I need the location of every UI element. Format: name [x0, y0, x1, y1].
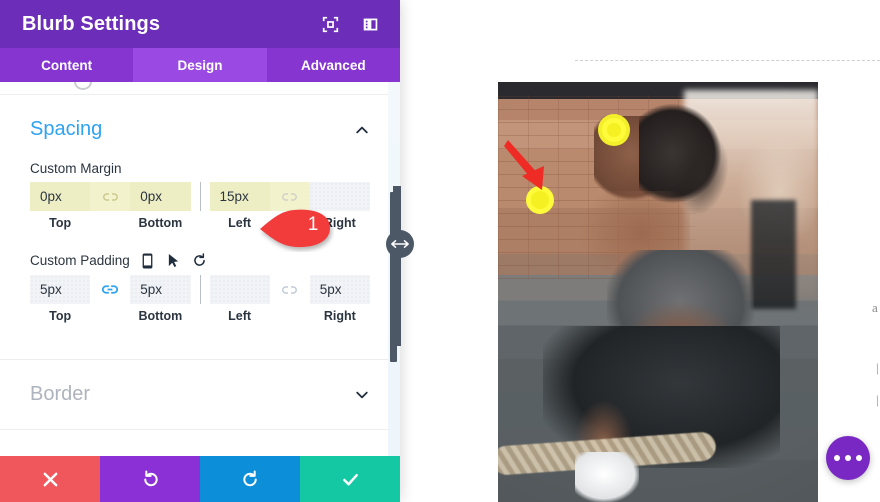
section-guide-line	[575, 60, 880, 61]
margin-top-slot	[30, 182, 91, 211]
margin-bottom-input[interactable]	[130, 182, 191, 211]
panel-resize-handle[interactable]	[386, 230, 414, 258]
padding-horizontal-group	[209, 275, 370, 304]
padding-left-input[interactable]	[209, 275, 270, 304]
chevron-up-icon	[356, 126, 368, 133]
margin-vertical-link-toggle[interactable]	[90, 182, 131, 211]
margin-bottom-label: Bottom	[138, 216, 183, 230]
margin-horizontal-link-toggle[interactable]	[269, 182, 310, 211]
padding-bottom-label: Bottom	[138, 309, 183, 323]
tab-content[interactable]: Content	[0, 48, 134, 82]
custom-padding-labels: Top Bottom Left Right	[30, 309, 370, 323]
undo-icon	[143, 470, 158, 486]
panel-scroll-body[interactable]: Spacing Custom Margin 0px 0px 15px Top B…	[0, 82, 400, 456]
focus-frame-icon[interactable]	[318, 12, 342, 36]
red-arrow-icon	[504, 140, 544, 190]
custom-margin-inputs	[30, 182, 370, 211]
margin-top-label: Top	[49, 216, 72, 230]
options-fab-button[interactable]	[826, 436, 870, 480]
previous-section-cutoff	[74, 82, 92, 90]
tab-advanced[interactable]: Advanced	[266, 48, 400, 82]
margin-left-label: Left	[228, 216, 252, 230]
padding-top-slot	[30, 275, 91, 304]
margin-right-slot	[309, 182, 370, 211]
custom-margin-labels: Top Bottom Left Right	[30, 216, 370, 230]
padding-top-input[interactable]	[30, 275, 91, 304]
padding-left-slot	[209, 275, 270, 304]
mobile-device-icon[interactable]	[139, 252, 156, 269]
padding-bottom-input[interactable]	[130, 275, 191, 304]
custom-margin-label-row: Custom Margin	[30, 161, 370, 176]
section-border-header[interactable]: Border	[30, 360, 370, 416]
margin-vertical-group	[30, 182, 191, 211]
edge-text-fragment-3: |	[876, 392, 879, 407]
margin-bottom-slot	[130, 182, 191, 211]
ellipsis-dot	[834, 455, 840, 461]
ellipsis-dot	[845, 455, 851, 461]
screen-root: a | | Blurb Settings Content Design Adva…	[0, 0, 880, 502]
padding-horizontal-link-toggle[interactable]	[269, 275, 310, 304]
blurb-settings-panel: Blurb Settings Content Design Advanced S…	[0, 0, 400, 502]
padding-right-label: Right	[323, 309, 356, 323]
margin-left-slot	[209, 182, 270, 211]
panel-header: Blurb Settings	[0, 0, 400, 48]
unlinked-chain-icon	[102, 192, 118, 201]
custom-padding-inputs	[30, 275, 370, 304]
ellipsis-dot	[856, 455, 862, 461]
custom-padding-label-row: Custom Padding	[30, 252, 370, 269]
close-icon	[43, 472, 57, 486]
padding-left-label: Left	[228, 309, 252, 323]
save-button[interactable]	[300, 456, 400, 502]
section-spacing-title: Spacing	[30, 118, 103, 140]
unlinked-chain-icon	[282, 192, 298, 201]
padding-top-label: Top	[49, 309, 72, 323]
layout-columns-icon[interactable]	[358, 12, 382, 36]
padding-right-slot	[309, 275, 370, 304]
cancel-button[interactable]	[0, 456, 100, 502]
panel-footer-actions	[0, 456, 400, 502]
margin-top-input[interactable]	[30, 182, 91, 211]
panel-title: Blurb Settings	[22, 12, 161, 35]
margin-right-label: Right	[323, 216, 356, 230]
unlinked-chain-icon	[282, 285, 298, 294]
custom-margin-label: Custom Margin	[30, 161, 122, 176]
resize-horizontal-icon	[391, 240, 409, 248]
padding-vertical-group	[30, 275, 191, 304]
undo-button[interactable]	[100, 456, 200, 502]
margin-horizontal-group	[209, 182, 370, 211]
section-spacing-header[interactable]: Spacing	[30, 95, 370, 151]
margin-right-input[interactable]	[309, 182, 370, 211]
redo-button[interactable]	[200, 456, 300, 502]
panel-content: Spacing Custom Margin 0px 0px 15px Top B…	[0, 82, 400, 430]
hover-cursor-icon[interactable]	[165, 252, 182, 269]
padding-bottom-slot	[130, 275, 191, 304]
check-icon	[342, 473, 358, 485]
redo-icon	[242, 470, 257, 486]
padding-right-input[interactable]	[309, 275, 370, 304]
margin-group-separator	[199, 182, 201, 211]
edge-text-fragment-2: |	[876, 360, 879, 375]
reset-icon[interactable]	[191, 252, 208, 269]
padding-group-separator	[199, 275, 201, 304]
padding-vertical-link-toggle[interactable]	[90, 275, 131, 304]
panel-tabs: Content Design Advanced	[0, 48, 400, 82]
tab-design[interactable]: Design	[133, 48, 267, 82]
panel-resize-bar[interactable]	[393, 186, 401, 346]
linked-chain-icon	[102, 285, 119, 294]
custom-padding-label: Custom Padding	[30, 253, 130, 268]
section-divider	[0, 429, 400, 430]
section-border-title: Border	[30, 383, 91, 405]
edge-text-fragment-1: a	[872, 300, 878, 315]
margin-left-input[interactable]	[209, 182, 270, 211]
chevron-down-icon	[356, 391, 368, 398]
highlight-ring-top	[602, 118, 626, 142]
